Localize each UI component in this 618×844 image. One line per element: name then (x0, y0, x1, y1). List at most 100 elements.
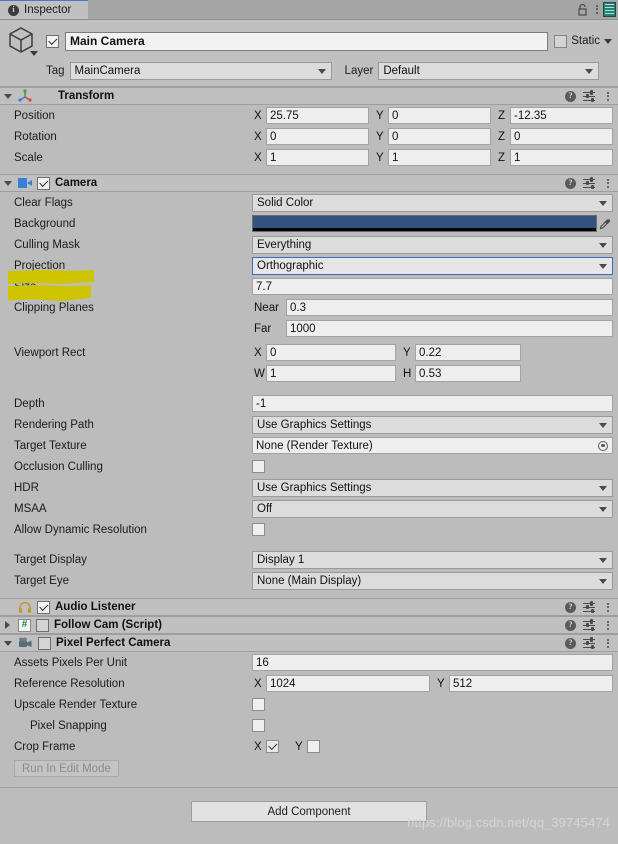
depth-fields: -1 (252, 395, 618, 412)
reference-resolution-x-input[interactable]: 1024 (266, 675, 430, 692)
position-y-input[interactable]: 0 (388, 107, 491, 124)
preset-settings-icon[interactable] (583, 90, 595, 102)
label-far: Far (254, 322, 272, 335)
occlusion-culling-checkbox[interactable] (252, 460, 265, 473)
preset-settings-icon[interactable] (583, 177, 595, 189)
viewport-x-input[interactable]: 0 (266, 344, 396, 361)
target-eye-dropdown[interactable]: None (Main Display) (252, 571, 613, 590)
preset-settings-icon[interactable] (583, 601, 595, 613)
chevron-down-icon (599, 200, 607, 206)
clear-flags-dropdown[interactable]: Solid Color (252, 193, 613, 212)
projection-dropdown[interactable]: Orthographic (252, 256, 613, 275)
label-pixel-snapping: Pixel Snapping (30, 719, 107, 732)
foldout-audio-listener[interactable] (2, 602, 13, 613)
crop-frame-y-checkbox[interactable] (307, 740, 320, 753)
clipping-near-input[interactable]: 0.3 (286, 299, 613, 316)
audio-listener-enabled-checkbox[interactable] (37, 600, 50, 614)
row-target-eye: Target Eye None (Main Display) (0, 570, 618, 591)
assets-ppu-input[interactable]: 16 (252, 654, 613, 671)
row-background: Background (0, 213, 618, 234)
rotation-y-input[interactable]: 0 (388, 128, 491, 145)
msaa-dropdown[interactable]: Off (252, 499, 613, 518)
help-icon[interactable]: ? (565, 637, 576, 649)
component-header-transform[interactable]: Transform ? (0, 87, 618, 105)
help-icon[interactable]: ? (565, 177, 576, 189)
axis-label-y: Y (376, 109, 384, 122)
gameobject-enabled-checkbox[interactable] (46, 34, 59, 48)
size-input[interactable]: 7.7 (252, 278, 613, 295)
foldout-camera[interactable] (2, 178, 13, 189)
cube-icon[interactable] (6, 25, 40, 57)
viewport-w-input[interactable]: 1 (266, 365, 396, 382)
kebab-menu-icon[interactable] (602, 86, 614, 106)
crop-frame-x-checkbox[interactable] (266, 740, 279, 753)
depth-input[interactable]: -1 (252, 395, 613, 412)
chevron-down-icon (599, 485, 607, 491)
component-title-pixel-perfect-camera: Pixel Perfect Camera (56, 637, 171, 649)
layers-icon[interactable] (603, 1, 616, 17)
component-header-audio-listener[interactable]: Audio Listener ? (0, 598, 618, 616)
scale-x-value: 1 (270, 151, 277, 164)
rotation-x-input[interactable]: 0 (266, 128, 369, 145)
follow-cam-enabled-checkbox[interactable] (36, 618, 49, 632)
upscale-render-texture-checkbox[interactable] (252, 698, 265, 711)
kebab-menu-icon[interactable] (602, 597, 614, 617)
help-icon[interactable]: ? (565, 601, 576, 613)
chevron-down-icon[interactable] (604, 38, 612, 44)
pixel-perfect-camera-enabled-checkbox[interactable] (38, 636, 51, 650)
clear-flags-fields: Solid Color (252, 193, 618, 212)
background-color-swatch[interactable] (252, 215, 597, 232)
tab-inspector[interactable]: i Inspector (0, 0, 88, 19)
culling-mask-dropdown[interactable]: Everything (252, 235, 613, 254)
kebab-menu-icon[interactable] (602, 173, 614, 193)
scale-x-input[interactable]: 1 (266, 149, 369, 166)
component-header-camera[interactable]: Camera ? (0, 174, 618, 192)
scale-y-input[interactable]: 1 (388, 149, 491, 166)
component-actions: ? (565, 597, 614, 617)
component-header-pixel-perfect-camera[interactable]: Pixel Perfect Camera ? (0, 634, 618, 652)
scale-z-input[interactable]: 1 (510, 149, 613, 166)
rendering-path-dropdown[interactable]: Use Graphics Settings (252, 415, 613, 434)
chevron-down-icon (317, 69, 326, 74)
target-texture-objectfield[interactable]: None (Render Texture) (252, 437, 613, 454)
allow-dynamic-resolution-checkbox[interactable] (252, 523, 265, 536)
reference-resolution-y-input[interactable]: 512 (449, 675, 613, 692)
static-checkbox[interactable] (554, 34, 568, 48)
pixel-snapping-checkbox[interactable] (252, 719, 265, 732)
preset-settings-icon[interactable] (583, 637, 595, 649)
eyedropper-icon[interactable] (597, 215, 613, 232)
static-toggle-group[interactable]: Static (554, 34, 612, 48)
help-icon[interactable]: ? (565, 619, 576, 631)
foldout-transform[interactable] (2, 91, 13, 102)
tag-dropdown[interactable]: MainCamera (69, 62, 332, 80)
kebab-menu-icon[interactable] (602, 633, 614, 653)
script-icon-glyph: # (21, 619, 28, 630)
help-icon[interactable]: ? (565, 90, 576, 102)
clipping-far-input[interactable]: 1000 (286, 320, 613, 337)
clipping-far-fields: Far 1000 (252, 320, 618, 337)
culling-mask-value: Everything (257, 238, 312, 251)
rotation-z-input[interactable]: 0 (510, 128, 613, 145)
position-x-input[interactable]: 25.75 (266, 107, 369, 124)
foldout-pixel-perfect-camera[interactable] (2, 638, 13, 649)
foldout-follow-cam[interactable] (2, 620, 13, 631)
camera-enabled-checkbox[interactable] (37, 176, 50, 190)
component-header-follow-cam[interactable]: # Follow Cam (Script) ? (0, 616, 618, 634)
gameobject-name-input[interactable]: Main Camera (65, 31, 549, 51)
hdr-dropdown[interactable]: Use Graphics Settings (252, 478, 613, 497)
lock-icon[interactable] (573, 0, 591, 19)
add-component-button[interactable]: Add Component (191, 801, 427, 822)
object-picker-icon[interactable] (598, 440, 608, 451)
preset-settings-icon[interactable] (583, 619, 595, 631)
position-z-input[interactable]: -12.35 (510, 107, 613, 124)
viewport-h-input[interactable]: 0.53 (415, 365, 521, 382)
layer-dropdown[interactable]: Default (378, 62, 600, 80)
transform-axis-icon (18, 89, 32, 103)
target-eye-value: None (Main Display) (257, 574, 362, 587)
kebab-menu-icon[interactable] (602, 615, 614, 635)
target-display-dropdown[interactable]: Display 1 (252, 550, 613, 569)
chevron-down-icon (599, 242, 607, 248)
viewport-y-input[interactable]: 0.22 (415, 344, 521, 361)
size-fields: 7.7 (252, 278, 618, 295)
kebab-menu-icon[interactable] (591, 0, 603, 19)
